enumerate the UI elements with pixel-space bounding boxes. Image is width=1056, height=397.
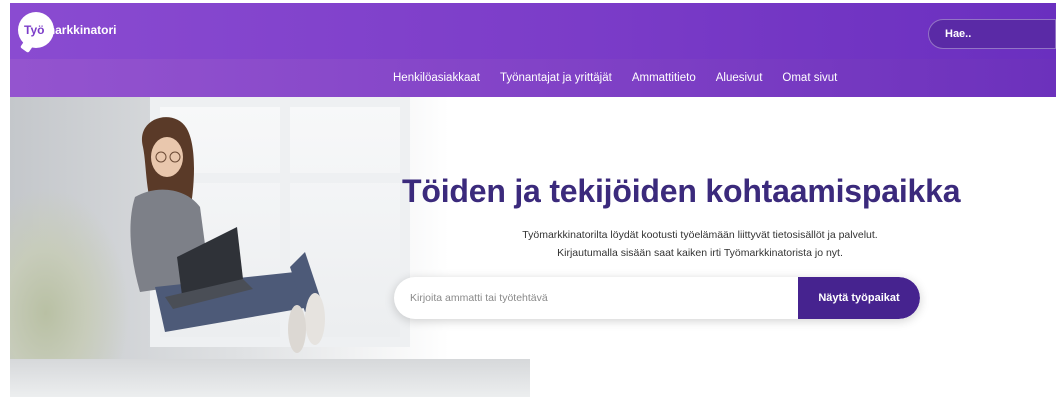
job-search-bar: Näytä työpaikat [394,277,920,319]
main-navigation: Henkilöasiakkaat Työnantajat ja yrittäjä… [10,59,1056,97]
top-bar: Työ markkinatori Hae.. [10,3,1056,59]
nav-item-aluesivut[interactable]: Aluesivut [716,72,763,84]
job-search-input[interactable] [394,277,798,319]
nav-item-tyonantajat[interactable]: Työnantajat ja yrittäjät [500,72,612,84]
site-logo[interactable]: Työ markkinatori [18,12,117,48]
show-jobs-button[interactable]: Näytä työpaikat [798,277,920,319]
page-frame: Työ markkinatori Hae.. Henkilöasiakkaat … [10,3,1056,397]
nav-item-henkiloasiakkaat[interactable]: Henkilöasiakkaat [393,72,480,84]
logo-text: markkinatori [44,23,117,37]
header-search-label: Hae.. [945,28,972,40]
nav-item-omat-sivut[interactable]: Omat sivut [782,72,837,84]
hero-subtitle-line-2: Kirjautumalla sisään saat kaiken irti Ty… [557,247,843,259]
header-search-button[interactable]: Hae.. [928,19,1056,49]
nav-item-ammattitieto[interactable]: Ammattitieto [632,72,696,84]
hero-subtitle-line-1: Työmarkkinatorilta löydät kootusti työel… [522,229,878,241]
hero-title: Töiden ja tekijöiden kohtaamispaikka [402,173,961,209]
hero-photo-woman-with-laptop [130,117,325,353]
hero-section: Töiden ja tekijöiden kohtaamispaikka Työ… [10,97,1056,397]
logo-text-prefix: Työ [24,23,45,37]
